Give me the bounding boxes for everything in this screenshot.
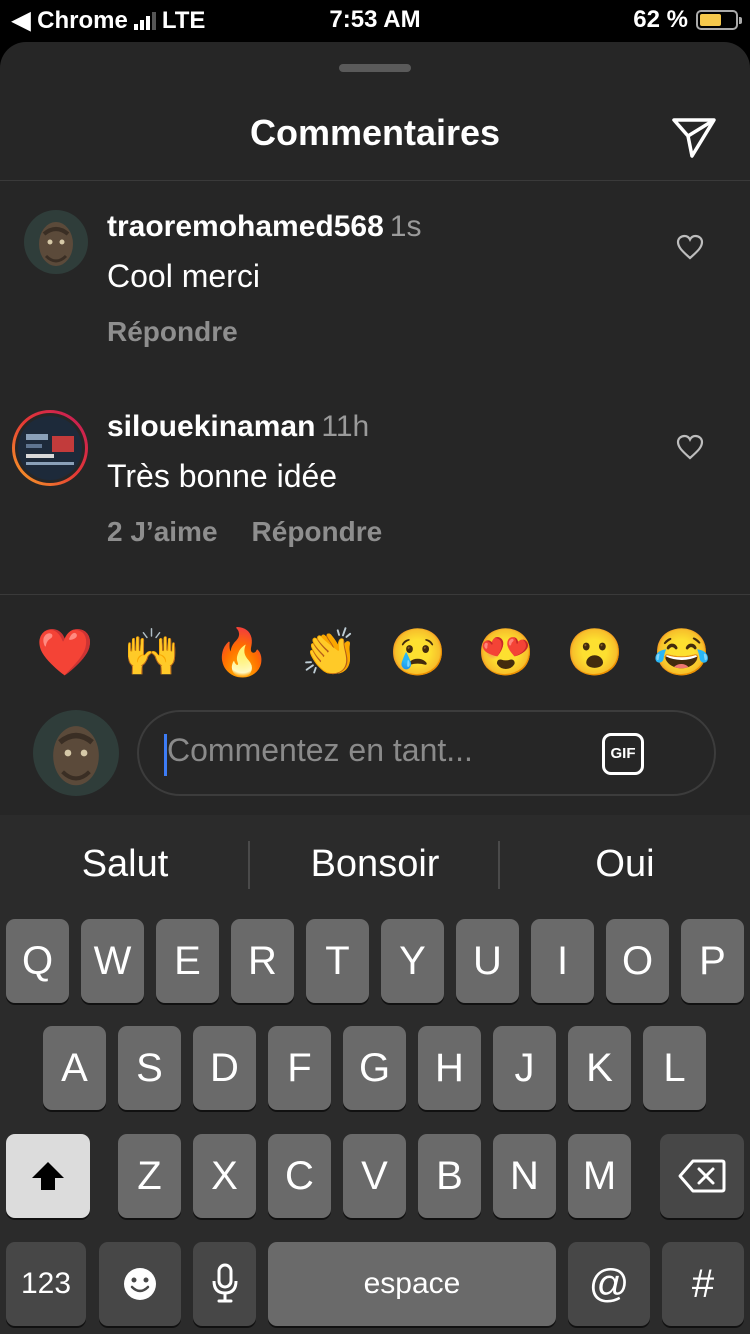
emoji-heart-button[interactable]: ❤️ <box>35 622 95 682</box>
key-k[interactable]: K <box>568 1026 631 1110</box>
emoji-smiley-icon <box>124 1268 156 1300</box>
likes-count[interactable]: 2 J’aime <box>107 516 218 548</box>
comment-text: Cool merci <box>107 258 260 294</box>
backspace-key[interactable] <box>660 1134 744 1218</box>
battery-fill <box>700 14 721 26</box>
emoji-key[interactable] <box>99 1242 181 1326</box>
comment-time: 11h <box>321 410 370 443</box>
reply-button[interactable]: Répondre <box>252 516 383 548</box>
hash-key[interactable]: # <box>662 1242 744 1326</box>
username-text[interactable]: traoremohamed568 <box>107 210 384 243</box>
dictation-key[interactable] <box>193 1242 256 1326</box>
at-key[interactable]: @ <box>568 1242 650 1326</box>
key-p[interactable]: P <box>681 919 744 1003</box>
share-button[interactable] <box>668 112 720 160</box>
key-t[interactable]: T <box>306 919 369 1003</box>
key-f[interactable]: F <box>268 1026 331 1110</box>
key-n[interactable]: N <box>493 1134 556 1218</box>
microphone-icon <box>212 1263 237 1303</box>
heart-icon <box>676 234 704 260</box>
emoji-quick-bar: ❤️ 🙌 🔥 👏 😢 😍 😮 😂 <box>0 622 750 682</box>
status-right: 62 % <box>633 6 742 34</box>
key-o[interactable]: O <box>606 919 669 1003</box>
numbers-key[interactable]: 123 <box>6 1242 86 1326</box>
key-u[interactable]: U <box>456 919 519 1003</box>
comment-input[interactable]: Commentez en tant... GIF <box>137 710 716 796</box>
key-c[interactable]: C <box>268 1134 331 1218</box>
reply-button[interactable]: Répondre <box>107 316 238 348</box>
comment-username[interactable]: traoremohamed568 1s <box>107 210 421 244</box>
key-h[interactable]: H <box>418 1026 481 1110</box>
suggestion-3[interactable]: Oui <box>500 843 750 886</box>
like-button[interactable] <box>676 234 704 260</box>
comment-actions: 2 J’aime Répondre <box>107 516 382 548</box>
key-i[interactable]: I <box>531 919 594 1003</box>
key-l[interactable]: L <box>643 1026 706 1110</box>
emoji-clap-button[interactable]: 👏 <box>300 622 360 682</box>
shift-icon <box>32 1162 64 1190</box>
key-s[interactable]: S <box>118 1026 181 1110</box>
avatar-image <box>18 416 82 480</box>
avatar-image <box>24 210 88 274</box>
my-avatar <box>33 710 119 796</box>
username-text[interactable]: silouekinaman <box>107 410 315 443</box>
comment-actions: Répondre <box>107 316 238 348</box>
emoji-heart-eyes-button[interactable]: 😍 <box>476 622 536 682</box>
key-y[interactable]: Y <box>381 919 444 1003</box>
battery-icon <box>696 10 742 30</box>
comment-username[interactable]: silouekinaman 11h <box>107 410 369 444</box>
sheet-title: Commentaires <box>249 112 501 153</box>
header-divider <box>0 180 750 181</box>
emoji-raised-hands-button[interactable]: 🙌 <box>122 622 182 682</box>
heart-icon <box>676 434 704 460</box>
comment-time: 1s <box>389 210 422 243</box>
sheet-grabber[interactable] <box>339 64 411 72</box>
comment-input-placeholder: Commentez en tant... <box>167 732 473 768</box>
emoji-fire-button[interactable]: 🔥 <box>212 622 272 682</box>
comment-item: silouekinaman 11h Très bonne idée 2 J’aim… <box>0 392 750 572</box>
shift-key[interactable] <box>6 1134 90 1218</box>
comments-sheet: Commentaires traoremohamed568 1s Cool mer… <box>0 42 750 815</box>
key-r[interactable]: R <box>231 919 294 1003</box>
suggestion-1[interactable]: Salut <box>0 843 250 886</box>
key-x[interactable]: X <box>193 1134 256 1218</box>
backspace-icon <box>678 1159 726 1193</box>
suggestion-2[interactable]: Bonsoir <box>250 843 500 886</box>
key-w[interactable]: W <box>81 919 144 1003</box>
emoji-divider <box>0 594 750 595</box>
gif-button[interactable]: GIF <box>602 733 644 775</box>
key-z[interactable]: Z <box>118 1134 181 1218</box>
space-key[interactable]: espace <box>268 1242 556 1326</box>
predictive-bar: Salut Bonsoir Oui <box>0 815 750 913</box>
key-g[interactable]: G <box>343 1026 406 1110</box>
comment-composer: Commentez en tant... GIF <box>0 710 750 800</box>
emoji-laughing-button[interactable]: 😂 <box>652 622 712 682</box>
key-d[interactable]: D <box>193 1026 256 1110</box>
like-button[interactable] <box>676 434 704 460</box>
key-q[interactable]: Q <box>6 919 69 1003</box>
send-icon <box>672 118 716 158</box>
status-bar: ◀ Chrome LTE 7:53 AM 62 % <box>0 0 750 42</box>
comment-text: Très bonne idée <box>107 458 338 494</box>
avatar[interactable] <box>24 210 88 274</box>
keyboard: Salut Bonsoir Oui Q W E R T Y U I O P A … <box>0 815 750 1334</box>
battery-percent: 62 % <box>633 6 688 33</box>
avatar-inner <box>15 413 85 483</box>
key-e[interactable]: E <box>156 919 219 1003</box>
avatar-image <box>33 710 119 796</box>
key-j[interactable]: J <box>493 1026 556 1110</box>
key-b[interactable]: B <box>418 1134 481 1218</box>
key-v[interactable]: V <box>343 1134 406 1218</box>
story-ring-avatar[interactable] <box>12 410 88 486</box>
emoji-crying-button[interactable]: 😢 <box>388 622 448 682</box>
key-m[interactable]: M <box>568 1134 631 1218</box>
comment-item: traoremohamed568 1s Cool merci Répondre <box>0 192 750 372</box>
key-a[interactable]: A <box>43 1026 106 1110</box>
emoji-surprised-button[interactable]: 😮 <box>565 622 625 682</box>
